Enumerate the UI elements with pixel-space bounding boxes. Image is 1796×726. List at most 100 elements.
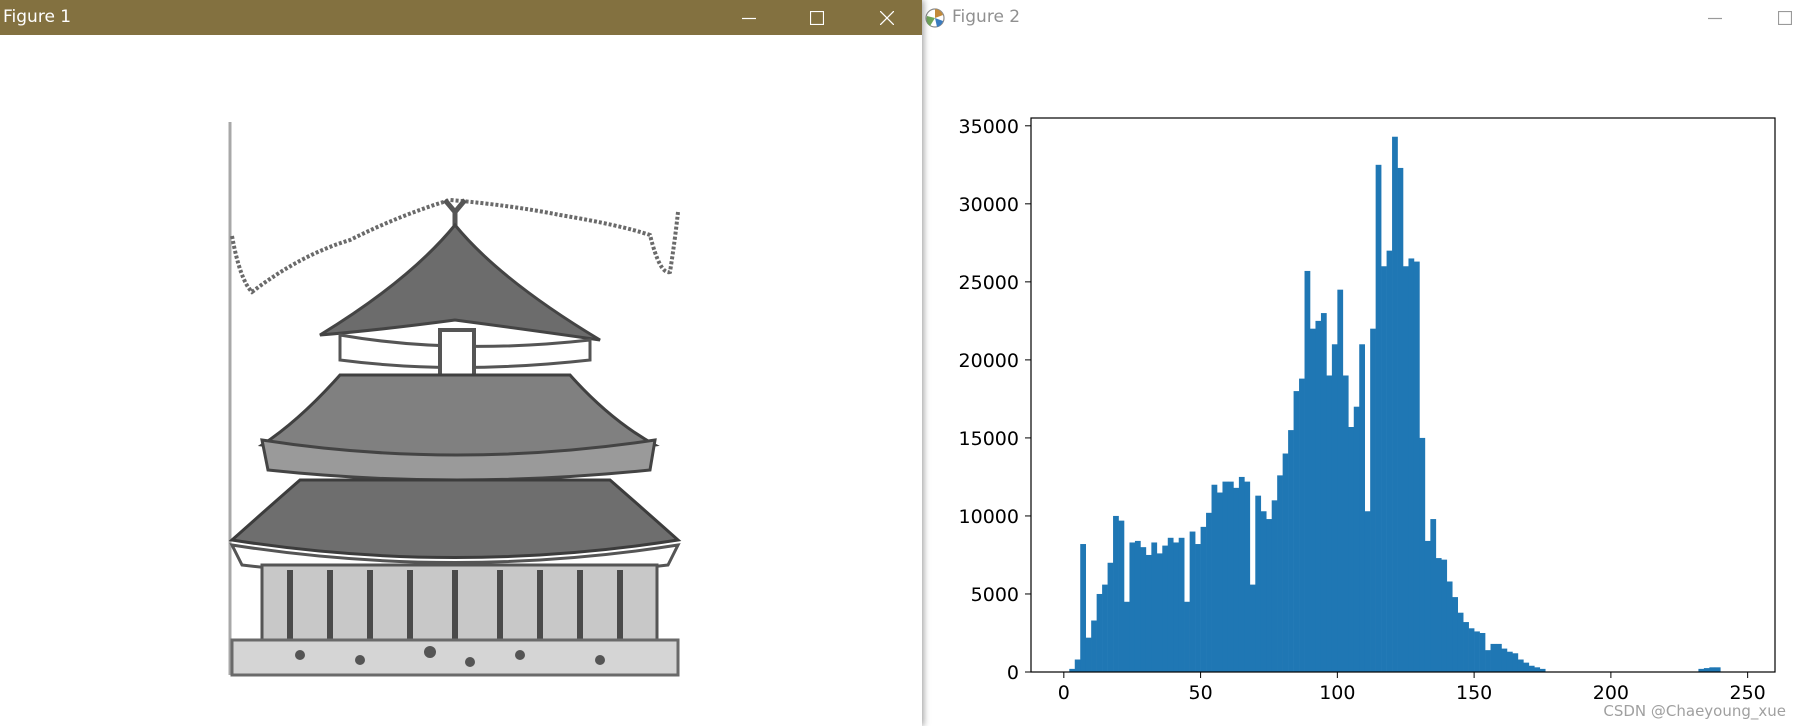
- y-tick-label: 0: [1007, 662, 1019, 684]
- minimize-button[interactable]: [726, 0, 772, 35]
- histogram-bar: [1255, 495, 1262, 672]
- histogram-bar: [1124, 601, 1130, 672]
- histogram-bar: [1200, 526, 1207, 672]
- histogram-bar: [1145, 554, 1152, 672]
- histogram-bar: [1222, 481, 1229, 672]
- histogram-bar: [1113, 515, 1119, 672]
- histogram-bar: [1452, 597, 1459, 672]
- close-button[interactable]: [864, 0, 910, 35]
- histogram-bars: [1069, 136, 1721, 673]
- histogram-bar: [1271, 500, 1278, 672]
- histogram-bar: [1364, 511, 1371, 672]
- histogram-bar: [1189, 531, 1196, 672]
- histogram-bar: [1468, 628, 1475, 672]
- histogram-bar: [1184, 601, 1190, 672]
- histogram-bar: [1408, 258, 1415, 672]
- histogram-bar: [1534, 667, 1541, 672]
- histogram-chart: 0 50 100 150 200 250 0 5000 10000 15000 20000 2500…: [959, 116, 1776, 704]
- histogram-bar: [1096, 593, 1103, 672]
- histogram-bar: [1227, 481, 1234, 672]
- maximize-icon: [1778, 10, 1792, 25]
- maximize-button[interactable]: [794, 0, 840, 35]
- histogram-bar: [1244, 481, 1251, 672]
- histogram-bar: [1506, 651, 1513, 672]
- histogram-bar: [1501, 648, 1508, 672]
- histogram-bar: [1370, 328, 1376, 672]
- histogram-bar: [1178, 537, 1185, 672]
- x-tick-label: 150: [1456, 682, 1492, 704]
- histogram-bar: [1288, 430, 1294, 672]
- histogram-bar: [1392, 136, 1398, 673]
- histogram-bar: [1080, 544, 1087, 672]
- histogram-bar: [1134, 540, 1141, 672]
- histogram-bar: [1342, 375, 1349, 672]
- histogram-bar: [1463, 622, 1469, 672]
- histogram-bar: [1353, 406, 1360, 672]
- histogram-bar: [1359, 344, 1366, 672]
- x-tick-label: 50: [1188, 682, 1212, 704]
- histogram-bar: [1074, 659, 1081, 672]
- histogram-bar: [1413, 261, 1420, 672]
- figure-1-canvas: [228, 122, 682, 677]
- y-tick-label: 25000: [959, 272, 1019, 294]
- histogram-bar: [1266, 519, 1273, 672]
- histogram-bar: [1485, 650, 1491, 672]
- figure-2-title: Figure 2: [952, 7, 1021, 27]
- histogram-bar: [1424, 540, 1431, 672]
- x-tick-label: 250: [1730, 682, 1766, 704]
- histogram-bar: [1331, 344, 1338, 672]
- maximize-button[interactable]: [1762, 0, 1796, 35]
- histogram-bar: [1320, 313, 1327, 672]
- histogram-bar: [1474, 631, 1480, 672]
- histogram-bar: [1490, 643, 1497, 672]
- figure-1-title: Figure 1: [3, 7, 72, 27]
- y-tick-label: 20000: [959, 350, 1019, 372]
- histogram-bar: [1107, 562, 1114, 672]
- y-tick-label: 15000: [959, 428, 1019, 450]
- histogram-bar: [1709, 667, 1716, 672]
- histogram-bar: [1337, 289, 1344, 672]
- histogram-bar: [1085, 637, 1092, 672]
- histogram-bar: [1381, 266, 1387, 672]
- histogram-bar: [1206, 512, 1212, 672]
- watermark: CSDN @Chaeyoung_xue: [1603, 702, 1786, 720]
- histogram-bar: [1403, 266, 1409, 672]
- histogram-bar: [1310, 328, 1316, 672]
- histogram-bar: [1293, 391, 1300, 672]
- maximize-icon: [810, 10, 824, 25]
- figure-1-titlebar[interactable]: Figure 1: [0, 0, 922, 35]
- histogram-bar: [1282, 453, 1289, 672]
- y-axis-ticks: 0 5000 10000 15000 20000 25000 30000 35000: [959, 116, 1031, 684]
- figure-2-titlebar[interactable]: Figure 2: [922, 0, 1796, 35]
- histogram-bar: [1129, 542, 1136, 672]
- histogram-bar: [1217, 492, 1223, 672]
- y-tick-label: 10000: [959, 506, 1019, 528]
- close-icon: [880, 10, 894, 25]
- histogram-bar: [1479, 632, 1486, 672]
- histogram-bar: [1397, 167, 1404, 672]
- x-tick-label: 200: [1593, 682, 1629, 704]
- histogram-bar: [1102, 584, 1108, 672]
- histogram-bar: [1457, 612, 1464, 672]
- histogram-bar: [1315, 320, 1322, 672]
- histogram-bar: [1156, 553, 1163, 672]
- figure-1-window: Figure 1: [0, 0, 922, 726]
- histogram-bar: [1249, 584, 1256, 672]
- temple-image: [228, 122, 682, 677]
- histogram-bar: [1386, 250, 1393, 672]
- histogram-bar: [1211, 484, 1218, 672]
- histogram-bar: [1523, 662, 1530, 672]
- y-tick-label: 30000: [959, 194, 1019, 216]
- minimize-button[interactable]: [1692, 0, 1738, 35]
- x-tick-label: 0: [1058, 682, 1070, 704]
- histogram-bar: [1167, 537, 1174, 672]
- histogram-bar: [1430, 519, 1437, 672]
- histogram-bar: [1233, 487, 1240, 672]
- histogram-bar: [1091, 620, 1097, 672]
- histogram-bar: [1151, 542, 1158, 672]
- histogram-bar: [1118, 520, 1125, 672]
- histogram-bar: [1326, 375, 1333, 672]
- histogram-bar: [1195, 544, 1201, 672]
- matplotlib-icon: [925, 7, 945, 28]
- histogram-bar: [1446, 581, 1453, 672]
